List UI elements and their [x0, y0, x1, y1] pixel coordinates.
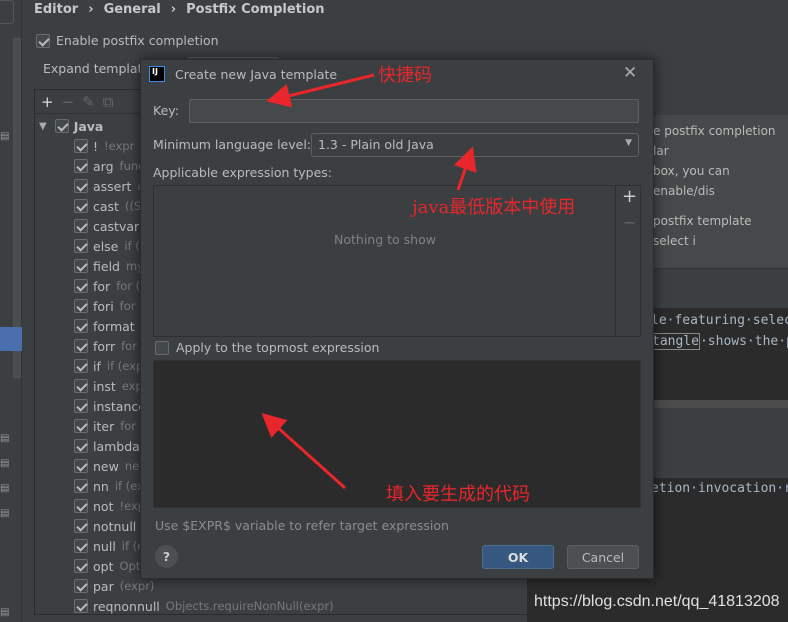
- arrow-to-level: [453, 146, 477, 191]
- watermark: https://blog.csdn.net/qq_41813208: [534, 593, 780, 610]
- arrow-to-code: [261, 412, 347, 490]
- arrow-to-key: [266, 73, 375, 108]
- annotation-key: 快捷码: [378, 65, 432, 86]
- annotation-arrows: [261, 73, 477, 490]
- annotation-code: 填入要生成的代码: [386, 484, 530, 505]
- annotation-level: java最低版本中使用: [412, 197, 576, 218]
